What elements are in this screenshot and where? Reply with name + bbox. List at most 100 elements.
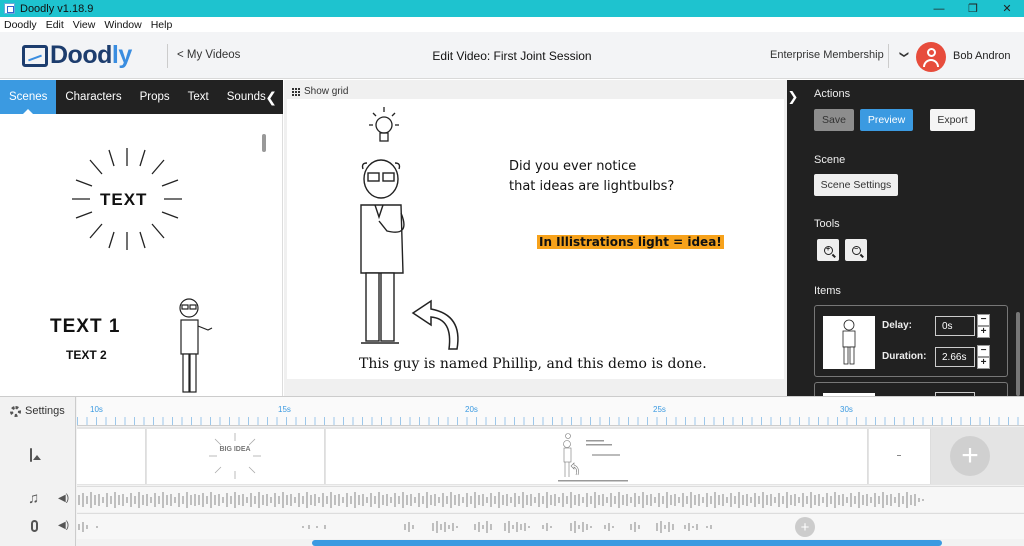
expand-panel-icon[interactable]: ❯ xyxy=(787,80,799,114)
scene-clip[interactable]: BIG IDEA xyxy=(147,429,325,484)
maximize-button[interactable]: ❐ xyxy=(956,0,990,17)
grid-icon xyxy=(292,87,301,96)
tab-scenes[interactable]: Scenes xyxy=(0,80,57,114)
menu-help[interactable]: Help xyxy=(151,19,173,31)
scene-clip-mark xyxy=(897,455,901,456)
music-track[interactable] xyxy=(77,486,1024,512)
curved-arrow-icon[interactable] xyxy=(407,295,467,351)
scene-canvas[interactable]: Did you ever notice that ideas are light… xyxy=(287,99,784,379)
avatar[interactable] xyxy=(916,42,946,72)
add-voiceover-button[interactable]: + xyxy=(795,517,815,537)
timeline-ruler[interactable]: 10s 15s 20s 25s 30s xyxy=(77,397,1024,426)
asset-panel: Scenes Characters Props Text Sounds ❮ TE… xyxy=(0,80,283,396)
app-header: Doodly < My Videos Edit Video: First Joi… xyxy=(0,32,1024,79)
scene-clip[interactable] xyxy=(869,429,931,484)
tab-props[interactable]: Props xyxy=(131,80,179,114)
music-volume-icon[interactable]: ◀) xyxy=(58,493,69,504)
ruler-ticks xyxy=(77,417,1024,425)
zoom-out-icon: − xyxy=(851,245,861,255)
tab-text[interactable]: Text xyxy=(179,80,218,114)
user-head-icon xyxy=(926,48,936,57)
tick-label: 20s xyxy=(465,405,478,414)
duration-decrease-button[interactable]: − xyxy=(977,345,990,357)
menu-bar: Doodly Edit View Window Help xyxy=(0,17,1024,32)
zoom-in-icon: + xyxy=(823,245,833,255)
menu-view[interactable]: View xyxy=(73,19,96,31)
show-grid-label: Show grid xyxy=(304,86,349,97)
phillip-character-icon[interactable] xyxy=(168,294,218,396)
tick-label: 15s xyxy=(278,405,291,414)
preview-button[interactable]: Preview xyxy=(860,109,913,131)
title-bar: Doodly v1.18.9 — ❐ ✕ xyxy=(0,0,1024,17)
show-grid-toggle[interactable]: Show grid xyxy=(292,86,348,97)
tick-label: 10s xyxy=(90,405,103,414)
menu-doodly[interactable]: Doodly xyxy=(4,19,37,31)
timeline-scrollbar[interactable] xyxy=(312,540,942,546)
scene-clip-current[interactable] xyxy=(326,429,868,484)
scene-settings-button[interactable]: Scene Settings xyxy=(814,174,898,196)
text2-sample[interactable]: TEXT 2 xyxy=(66,348,107,362)
text1-sample[interactable]: TEXT 1 xyxy=(50,316,120,338)
music-waveform xyxy=(78,492,924,508)
item-thumbnail[interactable] xyxy=(823,316,875,369)
actions-heading: Actions xyxy=(814,88,851,100)
app-icon xyxy=(4,3,15,14)
duration-input[interactable]: 2.66s xyxy=(935,347,975,367)
scene-clip[interactable] xyxy=(77,429,146,484)
duration-label: Duration: xyxy=(882,351,927,362)
menu-edit[interactable]: Edit xyxy=(46,19,64,31)
properties-scrollbar[interactable] xyxy=(1016,312,1020,396)
voiceover-track[interactable]: + xyxy=(77,513,1024,539)
canvas-text-line2[interactable]: that ideas are lightbulbs? xyxy=(509,179,674,194)
header-divider-right xyxy=(888,44,889,68)
music-note-icon: ♫ xyxy=(28,490,40,507)
lightbulb-icon[interactable] xyxy=(363,105,405,153)
delay-label: Delay: xyxy=(882,320,913,331)
item-card[interactable]: Delay: 0s − + Duration: 2.66s − + xyxy=(814,305,1008,377)
timeline: Settings ♫ ◀) ◀) 10s 15s 20s 25s 30s BIG… xyxy=(0,396,1024,546)
collapse-panel-icon[interactable]: ❮ xyxy=(265,89,277,106)
text-burst-label: TEXT xyxy=(100,190,148,209)
close-button[interactable]: ✕ xyxy=(990,0,1024,17)
delay-decrease-button[interactable]: − xyxy=(977,314,990,326)
duration-stepper: − + xyxy=(977,345,990,369)
user-body-icon xyxy=(923,59,939,67)
save-button[interactable]: Save xyxy=(814,109,854,131)
scene-track: BIG IDEA + xyxy=(77,427,1024,485)
gear-icon xyxy=(10,405,21,417)
tab-characters[interactable]: Characters xyxy=(56,80,130,114)
add-scene-button[interactable]: + xyxy=(950,436,990,476)
tick-label: 25s xyxy=(653,405,666,414)
timeline-track-headers: Settings ♫ ◀) ◀) xyxy=(0,397,76,546)
current-scene-thumbnail xyxy=(558,433,628,482)
zoom-out-button[interactable]: − xyxy=(845,239,867,261)
duration-increase-button[interactable]: + xyxy=(977,357,990,369)
canvas-highlight-text[interactable]: In Illistrations light = idea! xyxy=(537,235,724,249)
menu-window[interactable]: Window xyxy=(104,19,141,31)
voiceover-waveform xyxy=(78,521,712,533)
minimize-button[interactable]: — xyxy=(922,0,956,17)
user-name[interactable]: Bob Andron xyxy=(953,50,1011,62)
item-card[interactable] xyxy=(814,382,1008,397)
zoom-in-button[interactable]: + xyxy=(817,239,839,261)
canvas-text-line1[interactable]: Did you ever notice xyxy=(509,159,636,174)
membership-label: Enterprise Membership xyxy=(770,49,884,61)
asset-scrollbar[interactable] xyxy=(262,134,266,152)
delay-stepper: − + xyxy=(977,314,990,338)
big-idea-text: BIG IDEA xyxy=(219,446,251,453)
items-heading: Items xyxy=(814,285,841,297)
canvas-caption[interactable]: This guy is named Phillip, and this demo… xyxy=(359,356,707,372)
timeline-settings-button[interactable]: Settings xyxy=(10,405,65,417)
settings-label: Settings xyxy=(25,405,65,417)
delay-input[interactable]: 0s xyxy=(935,316,975,336)
user-menu-chevron-icon[interactable]: ❯ xyxy=(899,48,909,60)
voice-volume-icon[interactable]: ◀) xyxy=(58,520,69,531)
microphone-icon xyxy=(31,520,38,532)
tools-heading: Tools xyxy=(814,218,840,230)
image-track-icon xyxy=(30,448,32,462)
canvas-area: Show grid Did you ever notice that ideas… xyxy=(284,80,787,396)
export-button[interactable]: Export xyxy=(930,109,975,131)
phillip-character[interactable] xyxy=(353,157,415,347)
delay-increase-button[interactable]: + xyxy=(977,326,990,338)
properties-panel: ❯ Actions Save Preview Export Scene Scen… xyxy=(787,80,1024,397)
